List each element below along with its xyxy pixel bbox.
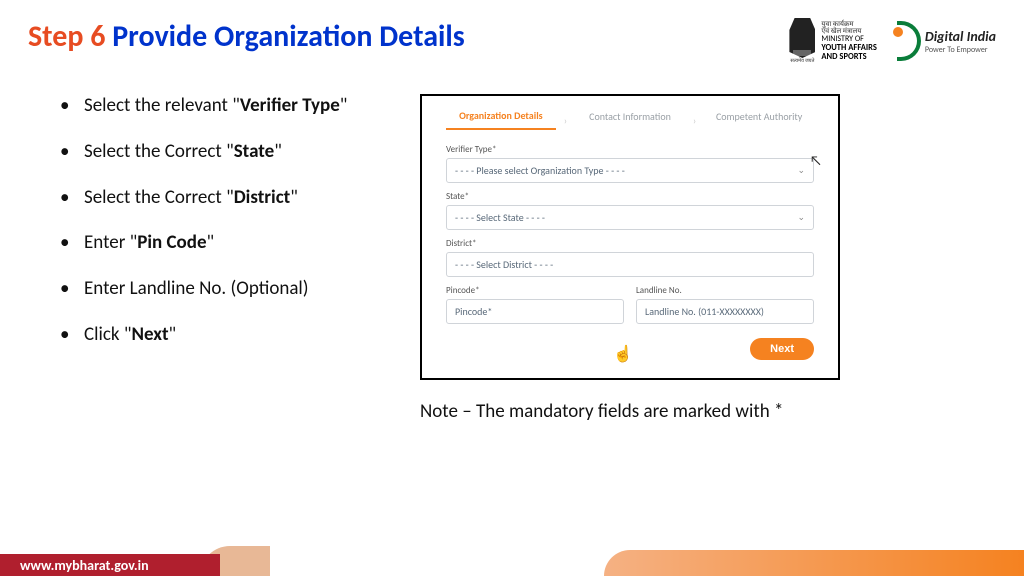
chevron-right-icon: › bbox=[693, 114, 696, 127]
step-name: Provide Organization Details bbox=[112, 18, 465, 55]
instruction-list: Select the relevant "Verifier Type" Selec… bbox=[50, 94, 390, 423]
tab-organization-details[interactable]: Organization Details bbox=[446, 110, 556, 130]
verifier-type-placeholder: - - - - Please select Organization Type … bbox=[455, 164, 625, 177]
pincode-placeholder: Pincode* bbox=[455, 305, 492, 318]
india-emblem-icon bbox=[789, 18, 815, 58]
form-screenshot: ↖ Organization Details › Contact Informa… bbox=[420, 94, 840, 380]
header-logos: सत्यमेव जयते युवा कार्यक्रम एवं खेल मंत्… bbox=[789, 18, 996, 64]
verifier-type-label: Verifier Type* bbox=[446, 144, 814, 155]
ministry-en3: AND SPORTS bbox=[821, 53, 877, 62]
district-label: District* bbox=[446, 238, 814, 249]
state-select[interactable]: - - - - Select State - - - - ⌄ bbox=[446, 205, 814, 230]
digital-india-sub: Power To Empower bbox=[925, 45, 996, 55]
landline-input[interactable]: Landline No. (011-XXXXXXXX) bbox=[636, 299, 814, 324]
next-button[interactable]: Next bbox=[750, 338, 814, 360]
landline-placeholder: Landline No. (011-XXXXXXXX) bbox=[645, 305, 764, 318]
footer-swoosh bbox=[604, 550, 1024, 576]
pincode-label: Pincode* bbox=[446, 285, 624, 296]
state-label: State* bbox=[446, 191, 814, 202]
footer: www.mybharat.gov.in bbox=[0, 546, 1024, 576]
verifier-type-select[interactable]: - - - - Please select Organization Type … bbox=[446, 158, 814, 183]
mandatory-note: Note – The mandatory fields are marked w… bbox=[420, 400, 996, 423]
tab-contact-information[interactable]: Contact Information bbox=[575, 111, 685, 129]
landline-label: Landline No. bbox=[636, 285, 814, 296]
list-item: Enter Landline No. (Optional) bbox=[50, 277, 390, 301]
list-item: Select the relevant "Verifier Type" bbox=[50, 94, 390, 118]
cursor-hand-icon: ☝ bbox=[613, 344, 633, 364]
list-item: Click "Next" bbox=[50, 323, 390, 347]
pincode-input[interactable]: Pincode* bbox=[446, 299, 624, 324]
chevron-right-icon: › bbox=[564, 114, 567, 127]
ministry-hindi: युवा कार्यक्रम एवं खेल मंत्रालय bbox=[821, 20, 877, 35]
digital-india-logo: Digital India Power To Empower bbox=[893, 21, 996, 61]
footer-url: www.mybharat.gov.in bbox=[0, 554, 220, 576]
digital-india-title: Digital India bbox=[925, 28, 996, 45]
list-item: Select the Correct "District" bbox=[50, 186, 390, 210]
state-placeholder: - - - - Select State - - - - bbox=[455, 211, 545, 224]
page-title: Step 6 Provide Organization Details bbox=[28, 18, 465, 55]
district-select[interactable]: - - - - Select District - - - - bbox=[446, 252, 814, 277]
chevron-down-icon: ⌄ bbox=[797, 212, 805, 223]
emblem-caption: सत्यमेव जयते bbox=[789, 58, 815, 64]
list-item: Enter "Pin Code" bbox=[50, 231, 390, 255]
tab-competent-authority[interactable]: Competent Authority bbox=[704, 111, 814, 129]
chevron-down-icon: ⌄ bbox=[797, 165, 805, 176]
district-placeholder: - - - - Select District - - - - bbox=[455, 258, 553, 271]
step-number: Step 6 bbox=[28, 18, 112, 55]
list-item: Select the Correct "State" bbox=[50, 140, 390, 164]
cursor-arrow-icon: ↖ bbox=[810, 152, 822, 169]
ministry-logo: सत्यमेव जयते युवा कार्यक्रम एवं खेल मंत्… bbox=[789, 18, 877, 64]
digital-india-icon bbox=[893, 21, 921, 61]
